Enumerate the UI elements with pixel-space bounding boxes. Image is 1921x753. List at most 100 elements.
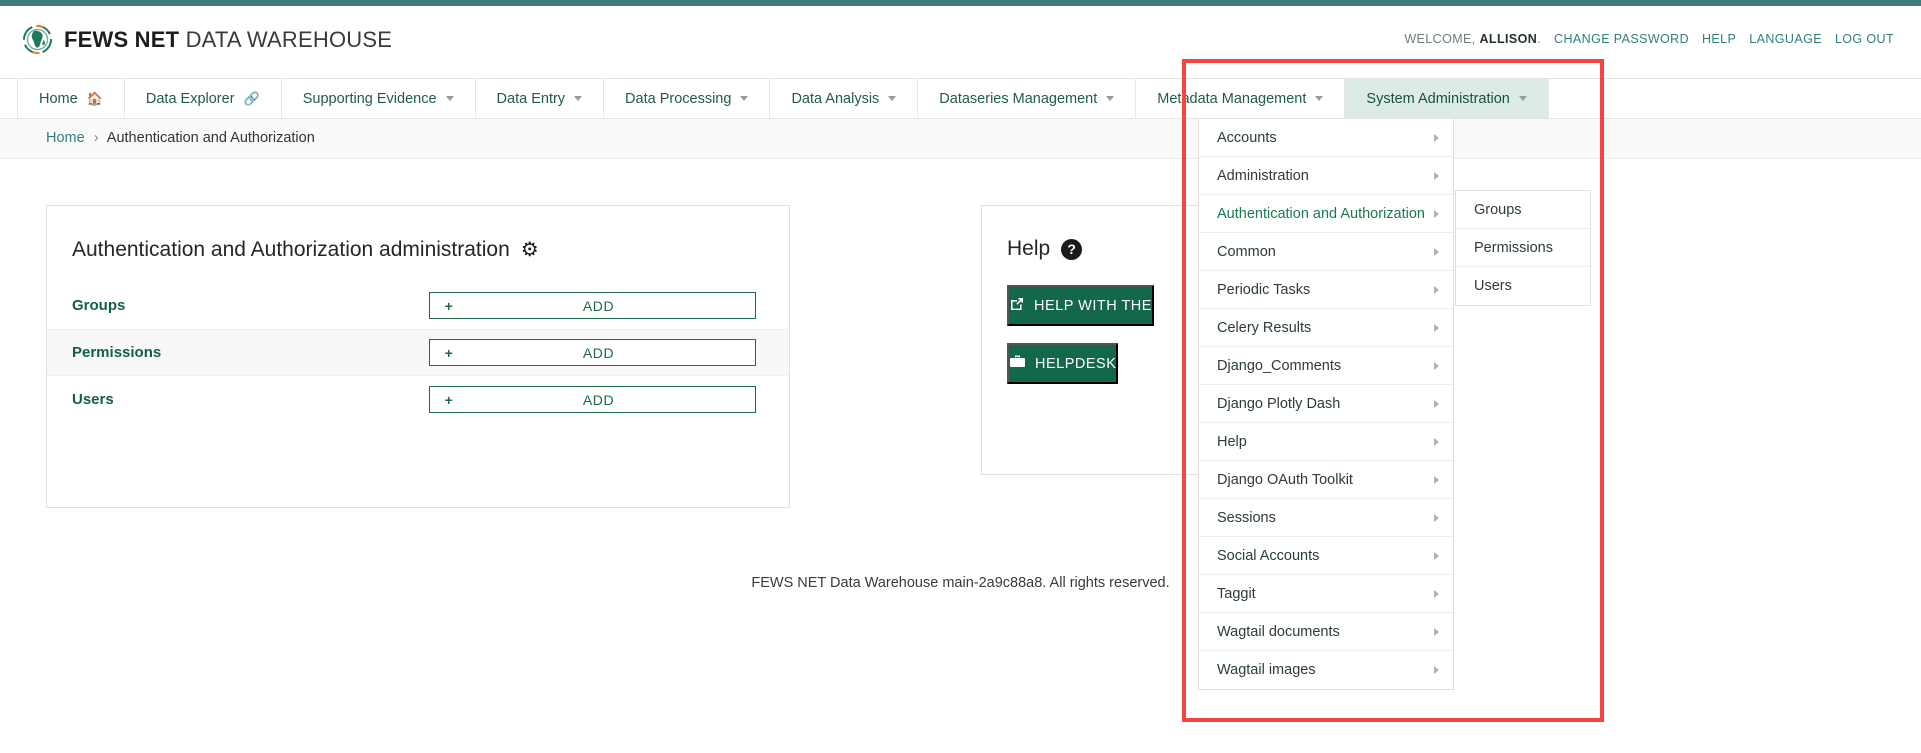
helpdesk-label: HELPDESK — [1035, 355, 1117, 372]
dropdown-label-django-plotly-dash: Django Plotly Dash — [1217, 395, 1341, 412]
log-out-link[interactable]: LOG OUT — [1835, 32, 1894, 46]
footer-text: FEWS NET Data Warehouse main-2a9c88a8. A… — [751, 575, 1170, 591]
external-link-icon — [1009, 296, 1025, 316]
breadcrumb-separator: › — [93, 130, 99, 146]
submenu-item-groups[interactable]: Groups — [1456, 191, 1590, 229]
help-with-the-button[interactable]: HELP WITH THE — [1007, 285, 1154, 326]
dropdown-label-periodic-tasks: Periodic Tasks — [1217, 281, 1311, 298]
dropdown-item-administration[interactable]: Administration — [1199, 157, 1453, 195]
dropdown-label-django-comments: Django_Comments — [1217, 357, 1342, 374]
add-groups-label: ADD — [582, 297, 615, 314]
submenu-item-permissions[interactable]: Permissions — [1456, 229, 1590, 267]
brand-logo[interactable]: FEWS NET DATA WAREHOUSE — [22, 24, 392, 55]
chevron-right-icon — [1434, 551, 1439, 560]
system-administration-dropdown: Accounts Administration Authentication a… — [1198, 119, 1454, 690]
chevron-right-icon — [1434, 399, 1439, 408]
dropdown-item-celery-results[interactable]: Celery Results — [1199, 309, 1453, 347]
authentication-submenu: Groups Permissions Users — [1455, 190, 1591, 306]
nav-item-dataseries-management[interactable]: Dataseries Management — [918, 79, 1137, 118]
chevron-down-icon — [1315, 96, 1324, 101]
header-links: WELCOME, ALLISON. CHANGE PASSWORD HELP L… — [1404, 32, 1894, 46]
nav-label-data-entry: Data Entry — [496, 90, 566, 107]
dropdown-item-authentication-and-authorization[interactable]: Authentication and Authorization — [1199, 195, 1453, 233]
change-password-link[interactable]: CHANGE PASSWORD — [1554, 32, 1689, 46]
breadcrumb-home-link[interactable]: Home — [46, 130, 85, 146]
dropdown-label-wagtail-documents: Wagtail documents — [1217, 623, 1340, 640]
add-groups-button[interactable]: + ADD — [429, 292, 756, 319]
help-link[interactable]: HELP — [1702, 32, 1736, 46]
chevron-right-icon — [1434, 247, 1439, 256]
nav-label-supporting-evidence: Supporting Evidence — [302, 90, 437, 107]
chevron-down-icon — [445, 96, 454, 101]
nav-item-data-analysis[interactable]: Data Analysis — [770, 79, 919, 118]
row-label-groups: Groups — [72, 297, 126, 314]
dropdown-label-sessions: Sessions — [1217, 509, 1276, 526]
gear-icon[interactable]: ⚙ — [521, 237, 539, 262]
row-label-permissions: Permissions — [72, 344, 162, 361]
nav-label-metadata-management: Metadata Management — [1157, 90, 1307, 107]
dropdown-label-common: Common — [1217, 243, 1276, 260]
helpdesk-button[interactable]: HELPDESK — [1007, 343, 1119, 384]
auth-admin-title-text: Authentication and Authorization adminis… — [72, 237, 510, 261]
add-users-label: ADD — [582, 391, 615, 408]
nav-item-system-administration[interactable]: System Administration — [1345, 79, 1549, 118]
brand-title: FEWS NET DATA WAREHOUSE — [64, 27, 392, 53]
nav-item-supporting-evidence[interactable]: Supporting Evidence — [282, 79, 476, 118]
nav-item-data-explorer[interactable]: Data Explorer 🔗 — [125, 79, 282, 118]
home-icon: 🏠 — [86, 90, 103, 106]
dropdown-label-accounts: Accounts — [1217, 129, 1277, 146]
brand-secondary: DATA WAREHOUSE — [185, 26, 393, 52]
dropdown-item-help[interactable]: Help — [1199, 423, 1453, 461]
nav-item-data-processing[interactable]: Data Processing — [604, 79, 771, 118]
help-with-the-label: HELP WITH THE — [1034, 297, 1152, 314]
chevron-right-icon — [1434, 475, 1439, 484]
language-link[interactable]: LANGUAGE — [1749, 32, 1822, 46]
table-row: Users + ADD — [47, 376, 789, 423]
add-permissions-button[interactable]: + ADD — [429, 339, 756, 366]
chevron-right-icon — [1434, 513, 1439, 522]
dropdown-item-common[interactable]: Common — [1199, 233, 1453, 271]
nav-item-metadata-management[interactable]: Metadata Management — [1136, 79, 1346, 118]
add-permissions-label: ADD — [582, 344, 615, 361]
chevron-right-icon — [1434, 437, 1439, 446]
globe-icon — [22, 24, 53, 55]
question-circle-icon[interactable]: ? — [1061, 238, 1083, 260]
nav-label-home: Home — [39, 90, 78, 107]
site-header: FEWS NET DATA WAREHOUSE WELCOME, ALLISON… — [0, 6, 1921, 78]
dropdown-item-django-plotly-dash[interactable]: Django Plotly Dash — [1199, 385, 1453, 423]
chevron-right-icon — [1434, 361, 1439, 370]
main-navigation: Home 🏠 Data Explorer 🔗 Supporting Eviden… — [0, 78, 1921, 119]
dropdown-label-django-oauth-toolkit: Django OAuth Toolkit — [1217, 471, 1353, 488]
plus-icon: + — [444, 391, 454, 408]
dropdown-label-authentication-and-authorization: Authentication and Authorization — [1217, 205, 1425, 222]
nav-item-data-entry[interactable]: Data Entry — [476, 79, 605, 118]
chevron-down-icon — [1518, 96, 1527, 101]
add-users-button[interactable]: + ADD — [429, 386, 756, 413]
dropdown-item-django-comments[interactable]: Django_Comments — [1199, 347, 1453, 385]
chevron-right-icon — [1434, 323, 1439, 332]
auth-admin-title: Authentication and Authorization adminis… — [72, 237, 789, 262]
dropdown-label-administration: Administration — [1217, 167, 1309, 184]
dropdown-label-social-accounts: Social Accounts — [1217, 547, 1320, 564]
plus-icon: + — [444, 297, 454, 314]
plus-icon: + — [444, 344, 454, 361]
dropdown-item-sessions[interactable]: Sessions — [1199, 499, 1453, 537]
chevron-down-icon — [888, 96, 897, 101]
link-icon: 🔗 — [243, 90, 260, 106]
submenu-item-users[interactable]: Users — [1456, 267, 1590, 305]
chevron-down-icon — [740, 96, 749, 101]
dropdown-item-periodic-tasks[interactable]: Periodic Tasks — [1199, 271, 1453, 309]
dropdown-item-social-accounts[interactable]: Social Accounts — [1199, 537, 1453, 575]
dropdown-item-wagtail-documents[interactable]: Wagtail documents — [1199, 613, 1453, 651]
dropdown-item-wagtail-images[interactable]: Wagtail images — [1199, 651, 1453, 689]
nav-item-home[interactable]: Home 🏠 — [17, 79, 125, 118]
dropdown-item-accounts[interactable]: Accounts — [1199, 119, 1453, 157]
dropdown-label-help: Help — [1217, 433, 1247, 450]
welcome-prefix: WELCOME, — [1404, 32, 1480, 46]
chevron-right-icon — [1434, 589, 1439, 598]
dropdown-item-taggit[interactable]: Taggit — [1199, 575, 1453, 613]
table-row: Groups + ADD — [47, 282, 789, 329]
dropdown-item-django-oauth-toolkit[interactable]: Django OAuth Toolkit — [1199, 461, 1453, 499]
nav-label-data-analysis: Data Analysis — [791, 90, 880, 107]
row-label-users: Users — [72, 391, 114, 408]
